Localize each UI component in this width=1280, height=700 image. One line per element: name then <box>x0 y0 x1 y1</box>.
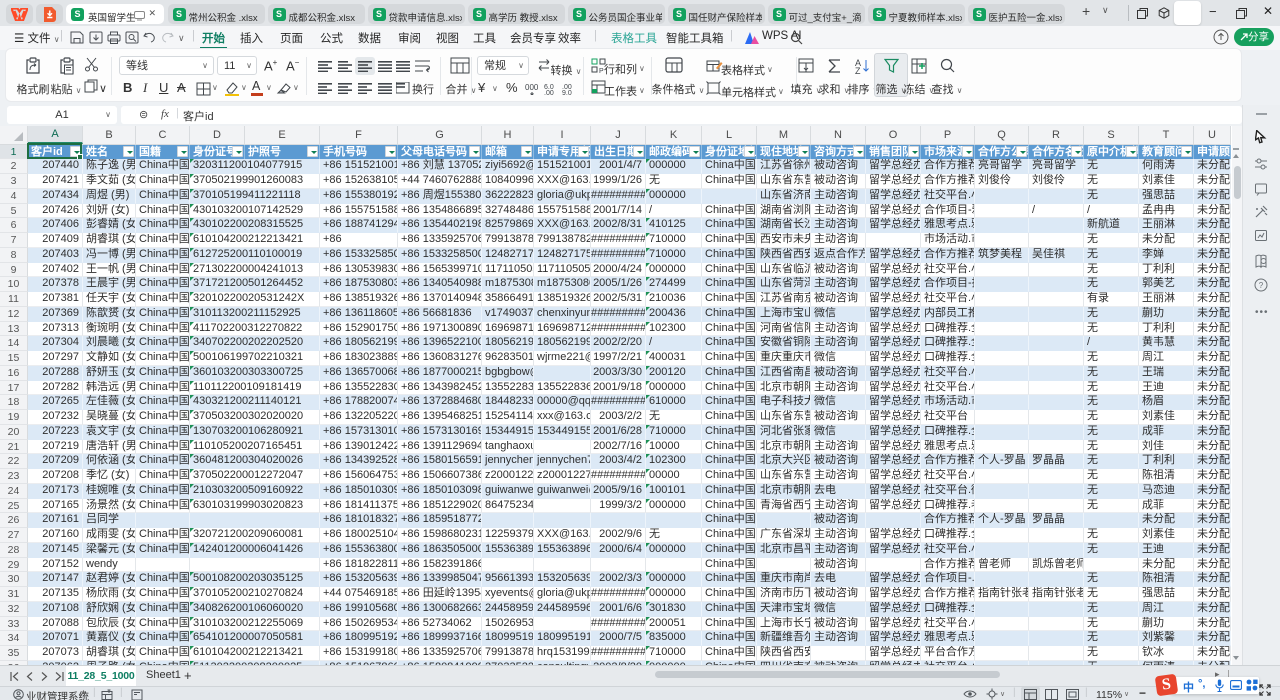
svg-text:000: 000 <box>525 83 539 92</box>
svg-text:?: ? <box>1259 281 1264 290</box>
svg-text:9.0: 9.0 <box>562 90 572 95</box>
svg-text:.00: .00 <box>544 90 554 95</box>
svg-text:Z: Z <box>855 66 861 74</box>
